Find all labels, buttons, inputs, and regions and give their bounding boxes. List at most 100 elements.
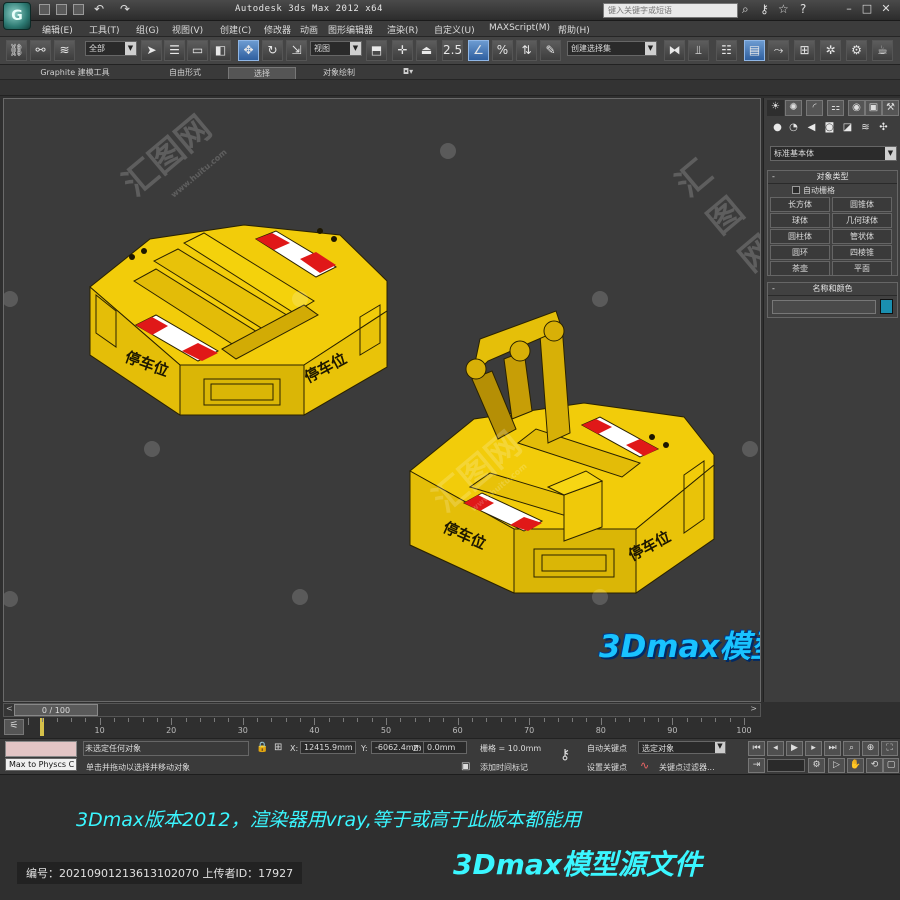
cameras-icon[interactable]: ◙: [822, 122, 837, 136]
selection-filter-dropdown[interactable]: 全部 ▼: [85, 41, 137, 56]
systems-icon[interactable]: ✣: [876, 122, 891, 136]
key-icon[interactable]: ⚷: [560, 747, 570, 763]
keyboard-shortcut-icon[interactable]: ⏏: [416, 40, 437, 61]
pivot-center-icon[interactable]: ⬒: [366, 40, 387, 61]
menu-animation[interactable]: 动画: [300, 23, 318, 36]
render-icon[interactable]: ☕: [872, 40, 893, 61]
hierarchy-icon[interactable]: ⚏: [827, 100, 844, 116]
motion-icon[interactable]: ◉: [848, 100, 865, 116]
menu-help[interactable]: 帮助(H): [558, 23, 590, 36]
search-input[interactable]: 键入关键字或短语: [603, 3, 738, 18]
window-crossing-icon[interactable]: ◧: [210, 40, 231, 61]
absolute-mode-icon[interactable]: ⊞: [274, 742, 282, 753]
tab-object-paint[interactable]: 对象绘制: [308, 67, 370, 79]
binoculars-icon[interactable]: ⌕: [742, 2, 749, 17]
menu-graph-editors[interactable]: 图形编辑器: [328, 23, 373, 36]
render-setup-icon[interactable]: ⚙: [846, 40, 867, 61]
spacewarps-icon[interactable]: ≋: [858, 122, 873, 136]
z-coordinate-field[interactable]: 0.0mm: [423, 741, 467, 754]
cylinder-button[interactable]: 圆柱体: [770, 229, 830, 244]
set-key-button[interactable]: 设置关键点: [587, 762, 627, 773]
curve-editor-icon[interactable]: ⤳: [768, 40, 789, 61]
new-file-icon[interactable]: [39, 4, 50, 15]
x-coordinate-field[interactable]: 12415.9mm: [300, 741, 356, 754]
play-icon[interactable]: ▶: [786, 741, 803, 756]
zoom-extents-icon[interactable]: ⛶: [881, 741, 898, 756]
zoom-icon[interactable]: ⌕: [843, 741, 860, 756]
previous-frame-icon[interactable]: ◂: [767, 741, 784, 756]
unlink-icon[interactable]: ⚯: [30, 40, 51, 61]
menu-group[interactable]: 组(G): [136, 23, 159, 36]
helpers-icon[interactable]: ◪: [840, 122, 855, 136]
menu-create[interactable]: 创建(C): [220, 23, 251, 36]
manipulate-icon[interactable]: ✛: [392, 40, 413, 61]
key-icon[interactable]: ⚷: [760, 2, 769, 16]
open-folder-icon[interactable]: [56, 4, 67, 15]
modify-icon[interactable]: ◜: [806, 100, 823, 116]
minimize-icon[interactable]: –: [840, 2, 858, 17]
key-tangent-icon[interactable]: ∿: [640, 759, 649, 772]
menu-modifiers[interactable]: 修改器: [264, 23, 291, 36]
schematic-view-icon[interactable]: ⊞: [794, 40, 815, 61]
cone-button[interactable]: 圆锥体: [832, 197, 892, 212]
key-filter-dropdown[interactable]: 选定对象 ▼: [638, 741, 726, 754]
app-logo-icon[interactable]: G: [3, 2, 31, 30]
autogrid-checkbox[interactable]: 自动栅格: [792, 185, 835, 196]
percent-snap-icon[interactable]: %: [492, 40, 513, 61]
ribbon-options-icon[interactable]: ◘▾: [396, 67, 420, 79]
mirror-icon[interactable]: ⧓: [664, 40, 685, 61]
menu-edit[interactable]: 编辑(E): [42, 23, 73, 36]
next-frame-icon[interactable]: ▸: [805, 741, 822, 756]
shapes-icon[interactable]: ◔: [786, 122, 801, 136]
undo-icon[interactable]: ↶: [94, 2, 104, 16]
edit-named-selection-icon[interactable]: ✎: [540, 40, 561, 61]
help-icon[interactable]: ?: [800, 2, 806, 16]
sphere-button[interactable]: 球体: [770, 213, 830, 228]
teapot-button[interactable]: 茶壶: [770, 261, 830, 276]
tab-graphite[interactable]: Graphite 建模工具: [30, 67, 120, 79]
mini-curve-editor-icon[interactable]: ⚟: [4, 719, 24, 735]
maximize-viewport-icon[interactable]: ▢: [883, 758, 899, 773]
plane-button[interactable]: 平面: [832, 261, 892, 276]
redo-icon[interactable]: ↷: [120, 2, 130, 16]
display-icon[interactable]: ▣: [865, 100, 882, 116]
menu-customize[interactable]: 自定义(U): [434, 23, 475, 36]
perspective-viewport[interactable]: 停车位 停车位 停车位 停车位 汇图网 汇图网 汇图网 www.huitu.co…: [3, 98, 761, 702]
align-icon[interactable]: ⫫: [688, 40, 709, 61]
menu-tools[interactable]: 工具(T): [89, 23, 120, 36]
time-slider-thumb[interactable]: 0 / 100: [14, 704, 98, 716]
maxscript-listener-input[interactable]: Max to Physcs C: [5, 758, 77, 771]
name-color-header[interactable]: - 名称和颜色: [768, 283, 897, 296]
zoom-all-icon[interactable]: ⊕: [862, 741, 879, 756]
key-filters-button[interactable]: 关键点过滤器...: [659, 762, 715, 773]
select-move-icon[interactable]: ✥: [238, 40, 259, 61]
menu-maxscript[interactable]: MAXScript(M): [489, 23, 550, 33]
track-bar[interactable]: ⚟ 10 20 30 40 50 60 70 80 90 100: [0, 717, 900, 739]
object-color-swatch[interactable]: [880, 299, 893, 314]
geometry-icon[interactable]: ●: [770, 122, 785, 136]
rectangle-selection-icon[interactable]: ▭: [187, 40, 208, 61]
select-scale-icon[interactable]: ⇲: [286, 40, 307, 61]
select-by-name-icon[interactable]: ☰: [164, 40, 185, 61]
link-icon[interactable]: ⛓: [6, 40, 27, 61]
save-icon[interactable]: [73, 4, 84, 15]
time-config-icon[interactable]: ⚙: [808, 758, 825, 773]
graphite-toggle-icon[interactable]: ▤: [744, 40, 765, 61]
angle-snap-icon[interactable]: ∠: [468, 40, 489, 61]
menu-views[interactable]: 视图(V): [172, 23, 203, 36]
go-to-start-icon[interactable]: ⏮: [748, 741, 765, 756]
add-time-tag[interactable]: 添加时间标记: [480, 762, 528, 773]
field-of-view-icon[interactable]: ▷: [828, 758, 845, 773]
orbit-icon[interactable]: ⟲: [866, 758, 883, 773]
time-slider[interactable]: < 0 / 100 >: [3, 703, 761, 717]
reference-coord-dropdown[interactable]: 视图 ▼: [310, 41, 362, 56]
lock-icon[interactable]: 🔒: [256, 742, 268, 753]
utilities-icon[interactable]: ⚒: [882, 100, 899, 116]
current-frame-field[interactable]: [767, 759, 805, 772]
auto-key-button[interactable]: 自动关键点: [587, 743, 627, 754]
object-category-dropdown[interactable]: 标准基本体 ▼: [770, 146, 897, 161]
lights-icon[interactable]: ◀: [804, 122, 819, 136]
layer-manager-icon[interactable]: ☷: [716, 40, 737, 61]
spinner-snap-icon[interactable]: ⇅: [516, 40, 537, 61]
tab-freeform[interactable]: 自由形式: [150, 67, 220, 79]
